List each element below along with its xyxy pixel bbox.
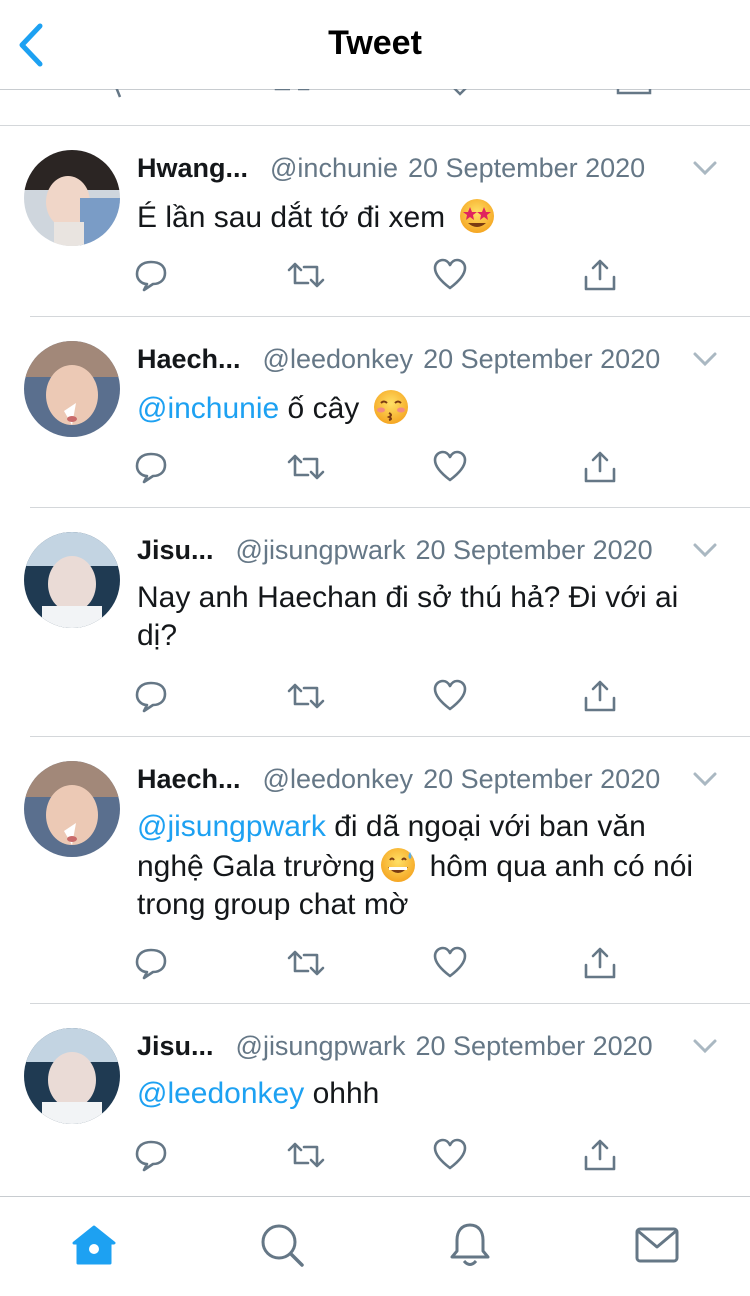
like-icon[interactable]: [432, 257, 468, 293]
like-icon[interactable]: [432, 449, 468, 485]
tweet-text: @leedonkey ohhh: [137, 1075, 714, 1113]
search-icon[interactable]: [258, 1221, 306, 1269]
avatar[interactable]: [24, 1028, 120, 1124]
like-icon[interactable]: [445, 89, 475, 99]
reply-icon[interactable]: [133, 945, 169, 981]
tweet-date: 20 September 2020: [423, 344, 661, 374]
author-handle[interactable]: @jisungpwark: [236, 535, 406, 565]
page-title: Tweet: [328, 24, 422, 62]
reply-icon[interactable]: [110, 89, 140, 99]
tweet-date: 20 September 2020: [415, 535, 653, 565]
notifications-icon[interactable]: [446, 1221, 494, 1269]
chevron-down-icon[interactable]: [692, 346, 718, 372]
author-name[interactable]: Haech...: [137, 344, 241, 374]
previous-tweet-actions: [0, 89, 750, 126]
tweet-date: 20 September 2020: [415, 1031, 653, 1061]
tweet[interactable]: Haech... @leedonkey 20 September 2020 @inc…: [0, 317, 750, 508]
star-struck-emoji: [459, 199, 494, 233]
author-handle[interactable]: @inchunie: [270, 153, 398, 183]
tweet-text: É lần sau dắt tớ đi xem: [137, 197, 714, 237]
reply-icon[interactable]: [133, 257, 169, 293]
like-icon[interactable]: [432, 678, 468, 714]
chevron-down-icon[interactable]: [692, 155, 718, 181]
share-icon[interactable]: [614, 89, 654, 99]
author-handle[interactable]: @leedonkey: [263, 344, 414, 374]
mention-link[interactable]: @leedonkey: [137, 1077, 304, 1110]
reply-icon[interactable]: [133, 1137, 169, 1173]
kissing-face-emoji: [373, 390, 408, 424]
chevron-down-icon[interactable]: [692, 766, 718, 792]
top-nav-bar: Tweet: [0, 0, 750, 90]
author-name[interactable]: Jisu...: [137, 1031, 214, 1061]
tweet[interactable]: Jisu... @jisungpwark 20 September 2020 @le…: [0, 1004, 750, 1196]
share-icon[interactable]: [582, 678, 618, 714]
share-icon[interactable]: [582, 449, 618, 485]
author-name[interactable]: Hwang...: [137, 153, 248, 183]
author-name[interactable]: Haech...: [137, 764, 241, 794]
messages-icon[interactable]: [633, 1221, 681, 1269]
tweet[interactable]: Jisu... @jisungpwark 20 September 2020 Nay…: [0, 508, 750, 737]
avatar[interactable]: [24, 761, 120, 857]
chevron-down-icon[interactable]: [692, 537, 718, 563]
like-icon[interactable]: [432, 945, 468, 981]
reply-icon[interactable]: [133, 678, 169, 714]
share-icon[interactable]: [582, 1137, 618, 1173]
mention-link[interactable]: @inchunie: [137, 392, 279, 425]
tweet-date: 20 September 2020: [408, 153, 646, 183]
reply-icon[interactable]: [133, 449, 169, 485]
retweet-icon[interactable]: [286, 1137, 326, 1173]
retweet-icon[interactable]: [286, 449, 326, 485]
author-name[interactable]: Jisu...: [137, 535, 214, 565]
grinning-sweat-emoji: [381, 848, 416, 882]
author-handle[interactable]: @jisungpwark: [236, 1031, 406, 1061]
share-icon[interactable]: [582, 257, 618, 293]
home-icon[interactable]: [70, 1221, 118, 1269]
tweet-text-content: ohhh: [304, 1077, 380, 1110]
mention-link[interactable]: @jisungpwark: [137, 810, 326, 843]
tweet-text-content: ố cây: [279, 392, 360, 425]
tweet-text: @jisungpwark đi dã ngoại với ban văn ngh…: [137, 808, 714, 924]
avatar[interactable]: [24, 150, 120, 246]
tweet-text-content: É lần sau dắt tớ đi xem: [137, 201, 446, 234]
avatar[interactable]: [24, 532, 120, 628]
author-handle[interactable]: @leedonkey: [263, 764, 414, 794]
retweet-icon[interactable]: [286, 257, 326, 293]
chevron-down-icon[interactable]: [692, 1033, 718, 1059]
share-icon[interactable]: [582, 945, 618, 981]
like-icon[interactable]: [432, 1137, 468, 1173]
retweet-icon[interactable]: [286, 678, 326, 714]
tweet-date: 20 September 2020: [423, 764, 661, 794]
avatar[interactable]: [24, 341, 120, 437]
tweet-text: @inchunie ố cây: [137, 388, 714, 428]
retweet-icon[interactable]: [286, 945, 326, 981]
bottom-tab-bar: [0, 1196, 750, 1296]
tweet[interactable]: Haech... @leedonkey 20 September 2020 @jis…: [0, 737, 750, 1004]
retweet-icon[interactable]: [272, 89, 312, 99]
tweet-text: Nay anh Haechan đi sở thú hả? Đi với ai …: [137, 581, 679, 652]
tweet[interactable]: Hwang... @inchunie 20 September 2020 É lần…: [0, 125, 750, 317]
